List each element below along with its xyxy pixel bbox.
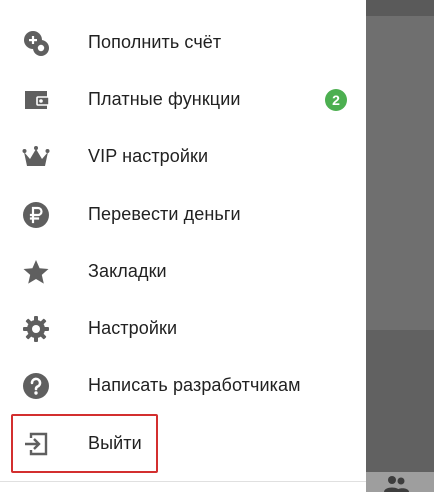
add-funds-coins-icon [22,29,50,57]
ruble-icon [22,201,50,229]
menu-item-label: VIP настройки [88,146,209,166]
crown-icon [22,143,50,171]
navigation-drawer: Пополнить счёт Платные функции 2 VIP нас… [0,0,366,492]
menu-item-vip-settings[interactable]: VIP настройки [0,128,366,185]
menu-item-contact-developers[interactable]: Написать разработчикам [0,357,366,414]
drawer-divider [0,481,366,482]
menu-item-settings[interactable]: Настройки [0,300,366,357]
menu-item-label: Закладки [88,261,167,281]
menu-item-label: Настройки [88,318,178,338]
menu-item-label: Выйти [88,433,142,453]
menu-item-label: Пополнить счёт [88,32,222,52]
gear-icon [22,315,50,343]
star-icon [22,258,50,286]
menu-item-top-up-balance[interactable]: Пополнить счёт [0,14,366,71]
menu-item-label: Перевести деньги [88,204,241,224]
menu-item-paid-features[interactable]: Платные функции 2 [0,71,366,128]
notification-badge: 2 [325,89,347,111]
help-icon [22,372,50,400]
menu-item-label: Платные функции [88,89,241,109]
menu-item-bookmarks[interactable]: Закладки [0,243,366,300]
wallet-icon [22,86,50,114]
app-content-area [366,330,434,472]
app-toolbar-area [366,0,434,16]
dimmed-app-content[interactable] [366,0,434,492]
app-screen: Пополнить счёт Платные функции 2 VIP нас… [0,0,434,492]
menu-item-transfer-money[interactable]: Перевести деньги [0,186,366,243]
logout-icon [22,430,50,458]
menu-item-label: Написать разработчикам [88,375,301,395]
people-icon [382,474,410,492]
menu-item-logout[interactable]: Выйти [0,415,366,472]
